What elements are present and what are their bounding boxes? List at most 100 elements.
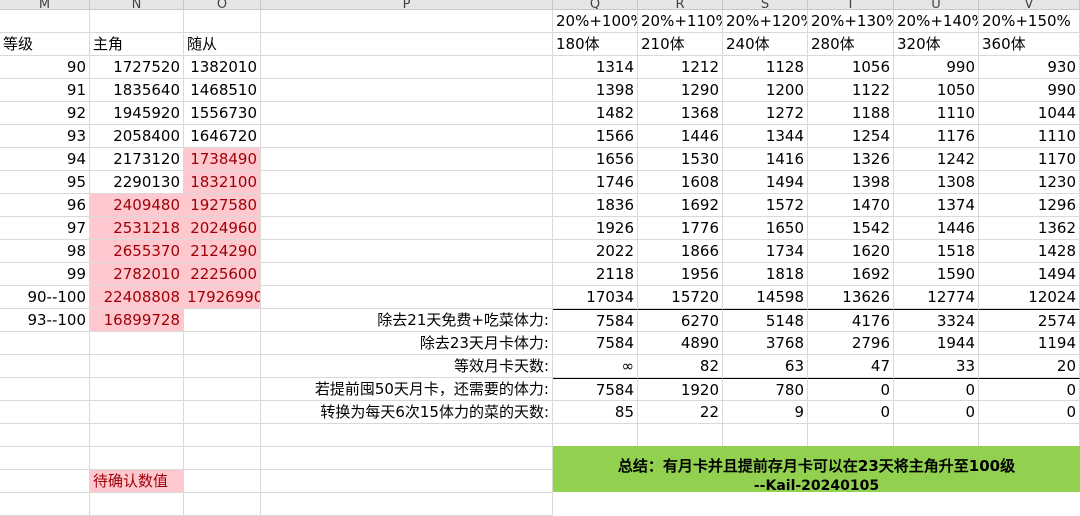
empty-cell[interactable]	[90, 355, 184, 378]
empty-cell[interactable]	[723, 424, 808, 447]
stamina-value-cell[interactable]: 1128	[723, 56, 808, 79]
total-value-cell[interactable]: 12024	[979, 286, 1080, 309]
summary-value-cell[interactable]: 7584	[553, 309, 638, 332]
empty-cell[interactable]	[0, 355, 90, 378]
column-header-v[interactable]: V	[979, 0, 1080, 10]
empty-cell[interactable]	[90, 493, 184, 516]
ratio-header[interactable]: 20%+140%	[894, 10, 979, 33]
column-header-p[interactable]: P	[261, 0, 553, 10]
ratio-header[interactable]: 20%+100%	[553, 10, 638, 33]
summary-value-cell[interactable]: 47	[808, 355, 894, 378]
summary-value-cell[interactable]: 20	[979, 355, 1080, 378]
stamina-value-cell[interactable]: 1428	[979, 240, 1080, 263]
empty-cell[interactable]	[261, 79, 553, 102]
level-cell[interactable]: 92	[0, 102, 90, 125]
main-exp-cell[interactable]: 2173120	[90, 148, 184, 171]
summary-label[interactable]: 除去23天月卡体力:	[261, 332, 553, 355]
empty-cell[interactable]	[261, 470, 553, 493]
range-main-cell[interactable]: 16899728	[90, 309, 184, 332]
stamina-value-cell[interactable]: 1746	[553, 171, 638, 194]
total-value-cell[interactable]: 17034	[553, 286, 638, 309]
stamina-header[interactable]: 360体	[979, 33, 1080, 56]
empty-cell[interactable]	[261, 10, 553, 33]
stamina-value-cell[interactable]: 1734	[723, 240, 808, 263]
empty-cell[interactable]	[894, 424, 979, 447]
stamina-value-cell[interactable]: 1368	[638, 102, 723, 125]
level-cell[interactable]: 97	[0, 217, 90, 240]
stamina-value-cell[interactable]: 1308	[894, 171, 979, 194]
empty-cell[interactable]	[0, 470, 90, 493]
empty-cell[interactable]	[184, 424, 261, 447]
summary-value-cell[interactable]: 0	[979, 401, 1080, 424]
summary-label[interactable]: 转换为每天6次15体力的菜的天数:	[261, 401, 553, 424]
column-header-m[interactable]: M	[0, 0, 90, 10]
stamina-header[interactable]: 210体	[638, 33, 723, 56]
stamina-value-cell[interactable]: 1416	[723, 148, 808, 171]
ratio-header[interactable]: 20%+110%	[638, 10, 723, 33]
stamina-value-cell[interactable]: 1620	[808, 240, 894, 263]
empty-cell[interactable]	[90, 332, 184, 355]
column-header-s[interactable]: S	[723, 0, 808, 10]
total-value-cell[interactable]: 12774	[894, 286, 979, 309]
follower-exp-cell[interactable]: 1738490	[184, 148, 261, 171]
stamina-value-cell[interactable]: 1212	[638, 56, 723, 79]
empty-cell[interactable]	[0, 378, 90, 401]
summary-value-cell[interactable]: 4890	[638, 332, 723, 355]
stamina-header[interactable]: 240体	[723, 33, 808, 56]
empty-cell[interactable]	[261, 286, 553, 309]
empty-cell[interactable]	[184, 401, 261, 424]
empty-cell[interactable]	[553, 424, 638, 447]
empty-cell[interactable]	[261, 493, 553, 516]
column-header-n[interactable]: N	[90, 0, 184, 10]
spreadsheet[interactable]: M N O P Q R S T U V 20%+100% 20%+110% 20%+120% 20%+13…	[0, 0, 1080, 516]
stamina-header[interactable]: 280体	[808, 33, 894, 56]
stamina-value-cell[interactable]: 1446	[638, 125, 723, 148]
summary-label[interactable]: 若提前囤50天月卡，还需要的体力:	[261, 378, 553, 401]
stamina-value-cell[interactable]: 1326	[808, 148, 894, 171]
summary-value-cell[interactable]: 6270	[638, 309, 723, 332]
empty-cell[interactable]	[0, 401, 90, 424]
empty-cell[interactable]	[261, 447, 553, 470]
column-header-t[interactable]: T	[808, 0, 894, 10]
stamina-value-cell[interactable]: 1482	[553, 102, 638, 125]
stamina-value-cell[interactable]: 1776	[638, 217, 723, 240]
stamina-value-cell[interactable]: 1044	[979, 102, 1080, 125]
stamina-value-cell[interactable]: 1230	[979, 171, 1080, 194]
stamina-value-cell[interactable]: 1836	[553, 194, 638, 217]
stamina-value-cell[interactable]: 990	[979, 79, 1080, 102]
stamina-value-cell[interactable]: 1818	[723, 263, 808, 286]
summary-value-cell[interactable]: 63	[723, 355, 808, 378]
level-cell[interactable]: 94	[0, 148, 90, 171]
follower-header[interactable]: 随从	[184, 33, 261, 56]
stamina-value-cell[interactable]: 1566	[553, 125, 638, 148]
column-header-r[interactable]: R	[638, 0, 723, 10]
empty-cell[interactable]	[0, 447, 90, 470]
stamina-value-cell[interactable]: 1494	[723, 171, 808, 194]
summary-value-cell[interactable]: 82	[638, 355, 723, 378]
follower-exp-cell[interactable]: 1832100	[184, 171, 261, 194]
summary-value-cell[interactable]: ∞	[553, 355, 638, 378]
summary-value-cell[interactable]: 0	[808, 401, 894, 424]
empty-cell[interactable]	[184, 378, 261, 401]
stamina-value-cell[interactable]: 1374	[894, 194, 979, 217]
total-level-cell[interactable]: 90--100	[0, 286, 90, 309]
empty-cell[interactable]	[90, 401, 184, 424]
stamina-value-cell[interactable]: 1314	[553, 56, 638, 79]
follower-exp-cell[interactable]: 1646720	[184, 125, 261, 148]
empty-cell[interactable]	[261, 148, 553, 171]
empty-cell[interactable]	[184, 332, 261, 355]
follower-exp-cell[interactable]: 1556730	[184, 102, 261, 125]
stamina-value-cell[interactable]: 1518	[894, 240, 979, 263]
stamina-value-cell[interactable]: 1494	[979, 263, 1080, 286]
summary-value-cell[interactable]: 33	[894, 355, 979, 378]
stamina-value-cell[interactable]: 1110	[894, 102, 979, 125]
stamina-value-cell[interactable]: 1242	[894, 148, 979, 171]
total-main-cell[interactable]: 22408808	[90, 286, 184, 309]
empty-cell[interactable]	[184, 355, 261, 378]
summary-value-cell[interactable]: 0	[894, 401, 979, 424]
total-value-cell[interactable]: 14598	[723, 286, 808, 309]
stamina-value-cell[interactable]: 1200	[723, 79, 808, 102]
stamina-value-cell[interactable]: 1866	[638, 240, 723, 263]
empty-cell[interactable]	[90, 424, 184, 447]
level-cell[interactable]: 93	[0, 125, 90, 148]
